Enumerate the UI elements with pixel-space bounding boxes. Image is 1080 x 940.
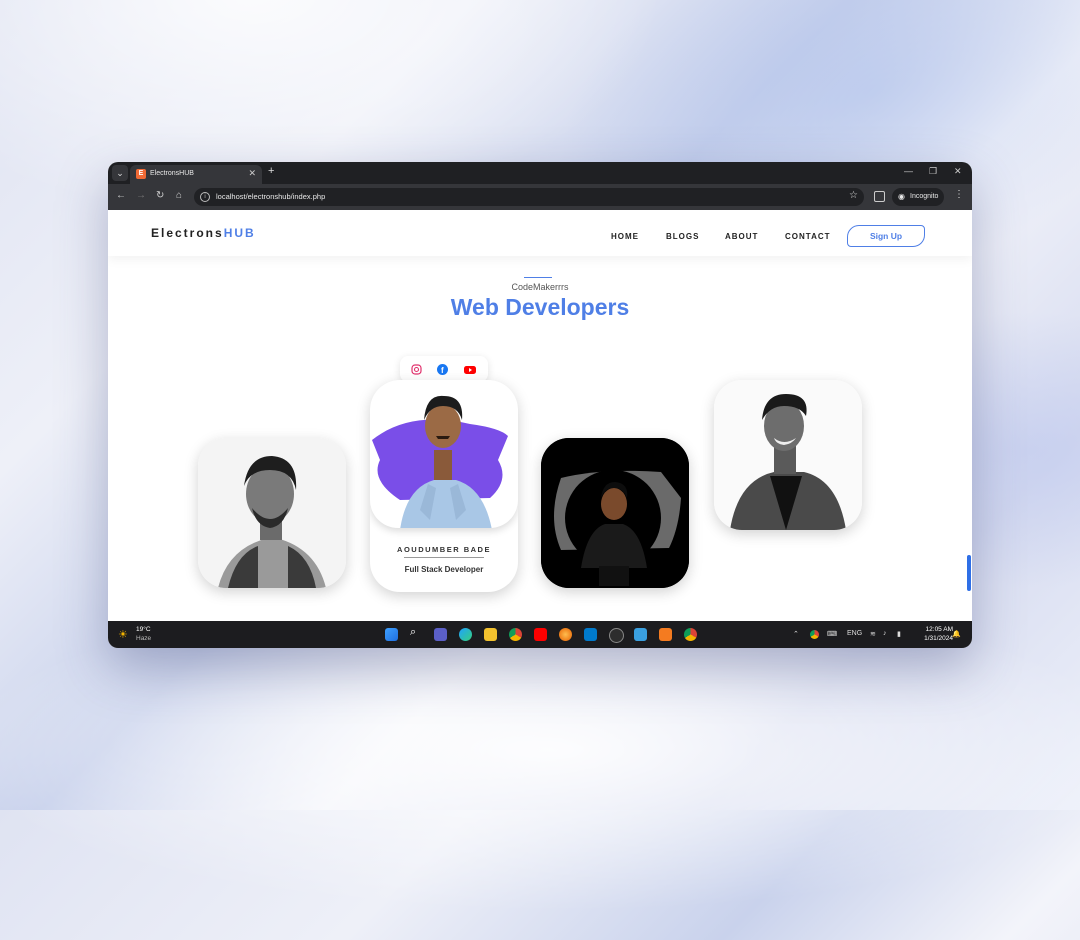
xampp-icon[interactable]: [659, 628, 672, 641]
developer-photo: [541, 438, 689, 588]
web-page: ElectronsHUB HOME BLOGS ABOUT CONTACT Si…: [108, 210, 972, 621]
keyboard-icon[interactable]: ⌨: [827, 630, 837, 638]
volume-icon[interactable]: ♪: [883, 630, 887, 637]
developer-photo: [714, 380, 862, 530]
new-tab-button[interactable]: +: [268, 165, 274, 177]
incognito-label: Incognito: [910, 193, 939, 200]
instagram-icon[interactable]: [411, 362, 422, 375]
battery-icon[interactable]: ▮: [897, 630, 901, 638]
developer-photo: [370, 380, 518, 528]
media-player-icon[interactable]: [609, 628, 624, 643]
temperature: 19°C: [136, 626, 151, 633]
section-kicker: CodeMakerrrs: [511, 282, 569, 292]
brand-prefix: Electrons: [151, 226, 224, 240]
forward-icon[interactable]: →: [136, 190, 146, 201]
social-links: f: [400, 356, 488, 382]
language-indicator[interactable]: ENG: [847, 630, 862, 637]
search-icon[interactable]: ⌕: [410, 626, 423, 639]
close-tab-icon[interactable]: ✕: [248, 168, 256, 179]
section-title: Web Developers: [450, 294, 630, 320]
youtube-icon[interactable]: [464, 362, 476, 374]
tab-title: ElectronsHUB: [150, 170, 194, 177]
start-icon[interactable]: [385, 628, 398, 641]
weather-condition: Haze: [136, 635, 152, 642]
site-header: ElectronsHUB HOME BLOGS ABOUT CONTACT Si…: [108, 210, 972, 256]
site-logo[interactable]: ElectronsHUB: [151, 226, 256, 240]
url-text: localhost/electronshub/index.php: [216, 192, 326, 201]
chevron-up-icon[interactable]: ⌃: [793, 630, 799, 638]
clock-date: 1/31/2024: [924, 635, 953, 642]
side-panel-icon[interactable]: [874, 191, 885, 202]
developer-name: AOUDUMBER BADE: [397, 545, 491, 554]
chrome-tray-icon[interactable]: [810, 630, 819, 639]
wifi-icon[interactable]: ≋: [870, 630, 876, 638]
browser-toolbar: ← → ↻ ⌂ i localhost/electronshub/index.p…: [108, 184, 972, 210]
facebook-icon[interactable]: f: [437, 362, 448, 375]
chrome-icon[interactable]: [684, 628, 697, 641]
developer-card[interactable]: [198, 438, 346, 588]
file-explorer-icon[interactable]: [484, 628, 497, 641]
nav-about[interactable]: ABOUT: [725, 232, 758, 241]
name-divider: [404, 557, 484, 558]
reload-icon[interactable]: ↻: [156, 190, 164, 201]
developer-role: Full Stack Developer: [404, 565, 484, 574]
teams-icon[interactable]: [434, 628, 447, 641]
sign-up-button[interactable]: Sign Up: [847, 225, 925, 247]
svg-text:f: f: [441, 366, 444, 375]
browser-window: ⌄ E ElectronsHUB ✕ + — ❐ ✕ ← → ↻ ⌂ i loc…: [108, 162, 972, 648]
incognito-badge[interactable]: ◉ Incognito: [892, 188, 944, 206]
notepad-icon[interactable]: [634, 628, 647, 641]
close-window-icon[interactable]: ✕: [954, 166, 962, 177]
tab-strip: ⌄ E ElectronsHUB ✕ + — ❐ ✕: [108, 162, 972, 184]
brand-suffix: HUB: [223, 226, 256, 240]
vscode-icon[interactable]: [584, 628, 597, 641]
youtube-app-icon[interactable]: [534, 628, 547, 641]
favicon-icon: E: [136, 169, 146, 179]
developer-card-featured[interactable]: AOUDUMBER BADE Full Stack Developer: [370, 380, 518, 592]
bookmark-star-icon[interactable]: ☆: [849, 190, 858, 201]
back-icon[interactable]: ←: [116, 190, 126, 201]
address-bar[interactable]: i localhost/electronshub/index.php ☆: [194, 188, 864, 206]
incognito-icon: ◉: [898, 192, 905, 201]
scroll-indicator[interactable]: [967, 555, 971, 591]
weather-widget[interactable]: ☀ 19°C Haze: [118, 626, 168, 644]
weather-icon: ☀: [118, 629, 128, 641]
kicker-divider: [524, 277, 552, 278]
nav-contact[interactable]: CONTACT: [785, 232, 831, 241]
developer-photo: [198, 438, 346, 588]
nav-blogs[interactable]: BLOGS: [666, 232, 699, 241]
developer-card[interactable]: [541, 438, 689, 588]
minimize-icon[interactable]: —: [904, 166, 913, 176]
browser-tab[interactable]: E ElectronsHUB ✕: [130, 165, 262, 184]
notification-icon[interactable]: 🔔: [952, 630, 961, 638]
restore-icon[interactable]: ❐: [929, 166, 937, 177]
edge-icon[interactable]: [459, 628, 472, 641]
clock-time: 12:05 AM: [925, 626, 953, 633]
home-icon[interactable]: ⌂: [176, 190, 182, 201]
clock[interactable]: 12:05 AM 1/31/2024: [913, 625, 953, 643]
site-info-icon[interactable]: i: [200, 192, 210, 202]
chrome-icon[interactable]: [509, 628, 522, 641]
tab-search-button[interactable]: ⌄: [112, 165, 128, 181]
menu-icon[interactable]: ⋮: [954, 189, 964, 200]
windows-taskbar: ☀ 19°C Haze ⌕ ⌃ ⌨ ENG ≋ ♪ ▮ 12:05 AM 1/3…: [108, 621, 972, 648]
firefox-icon[interactable]: [559, 628, 572, 641]
developer-card[interactable]: [714, 380, 862, 530]
nav-home[interactable]: HOME: [611, 232, 639, 241]
